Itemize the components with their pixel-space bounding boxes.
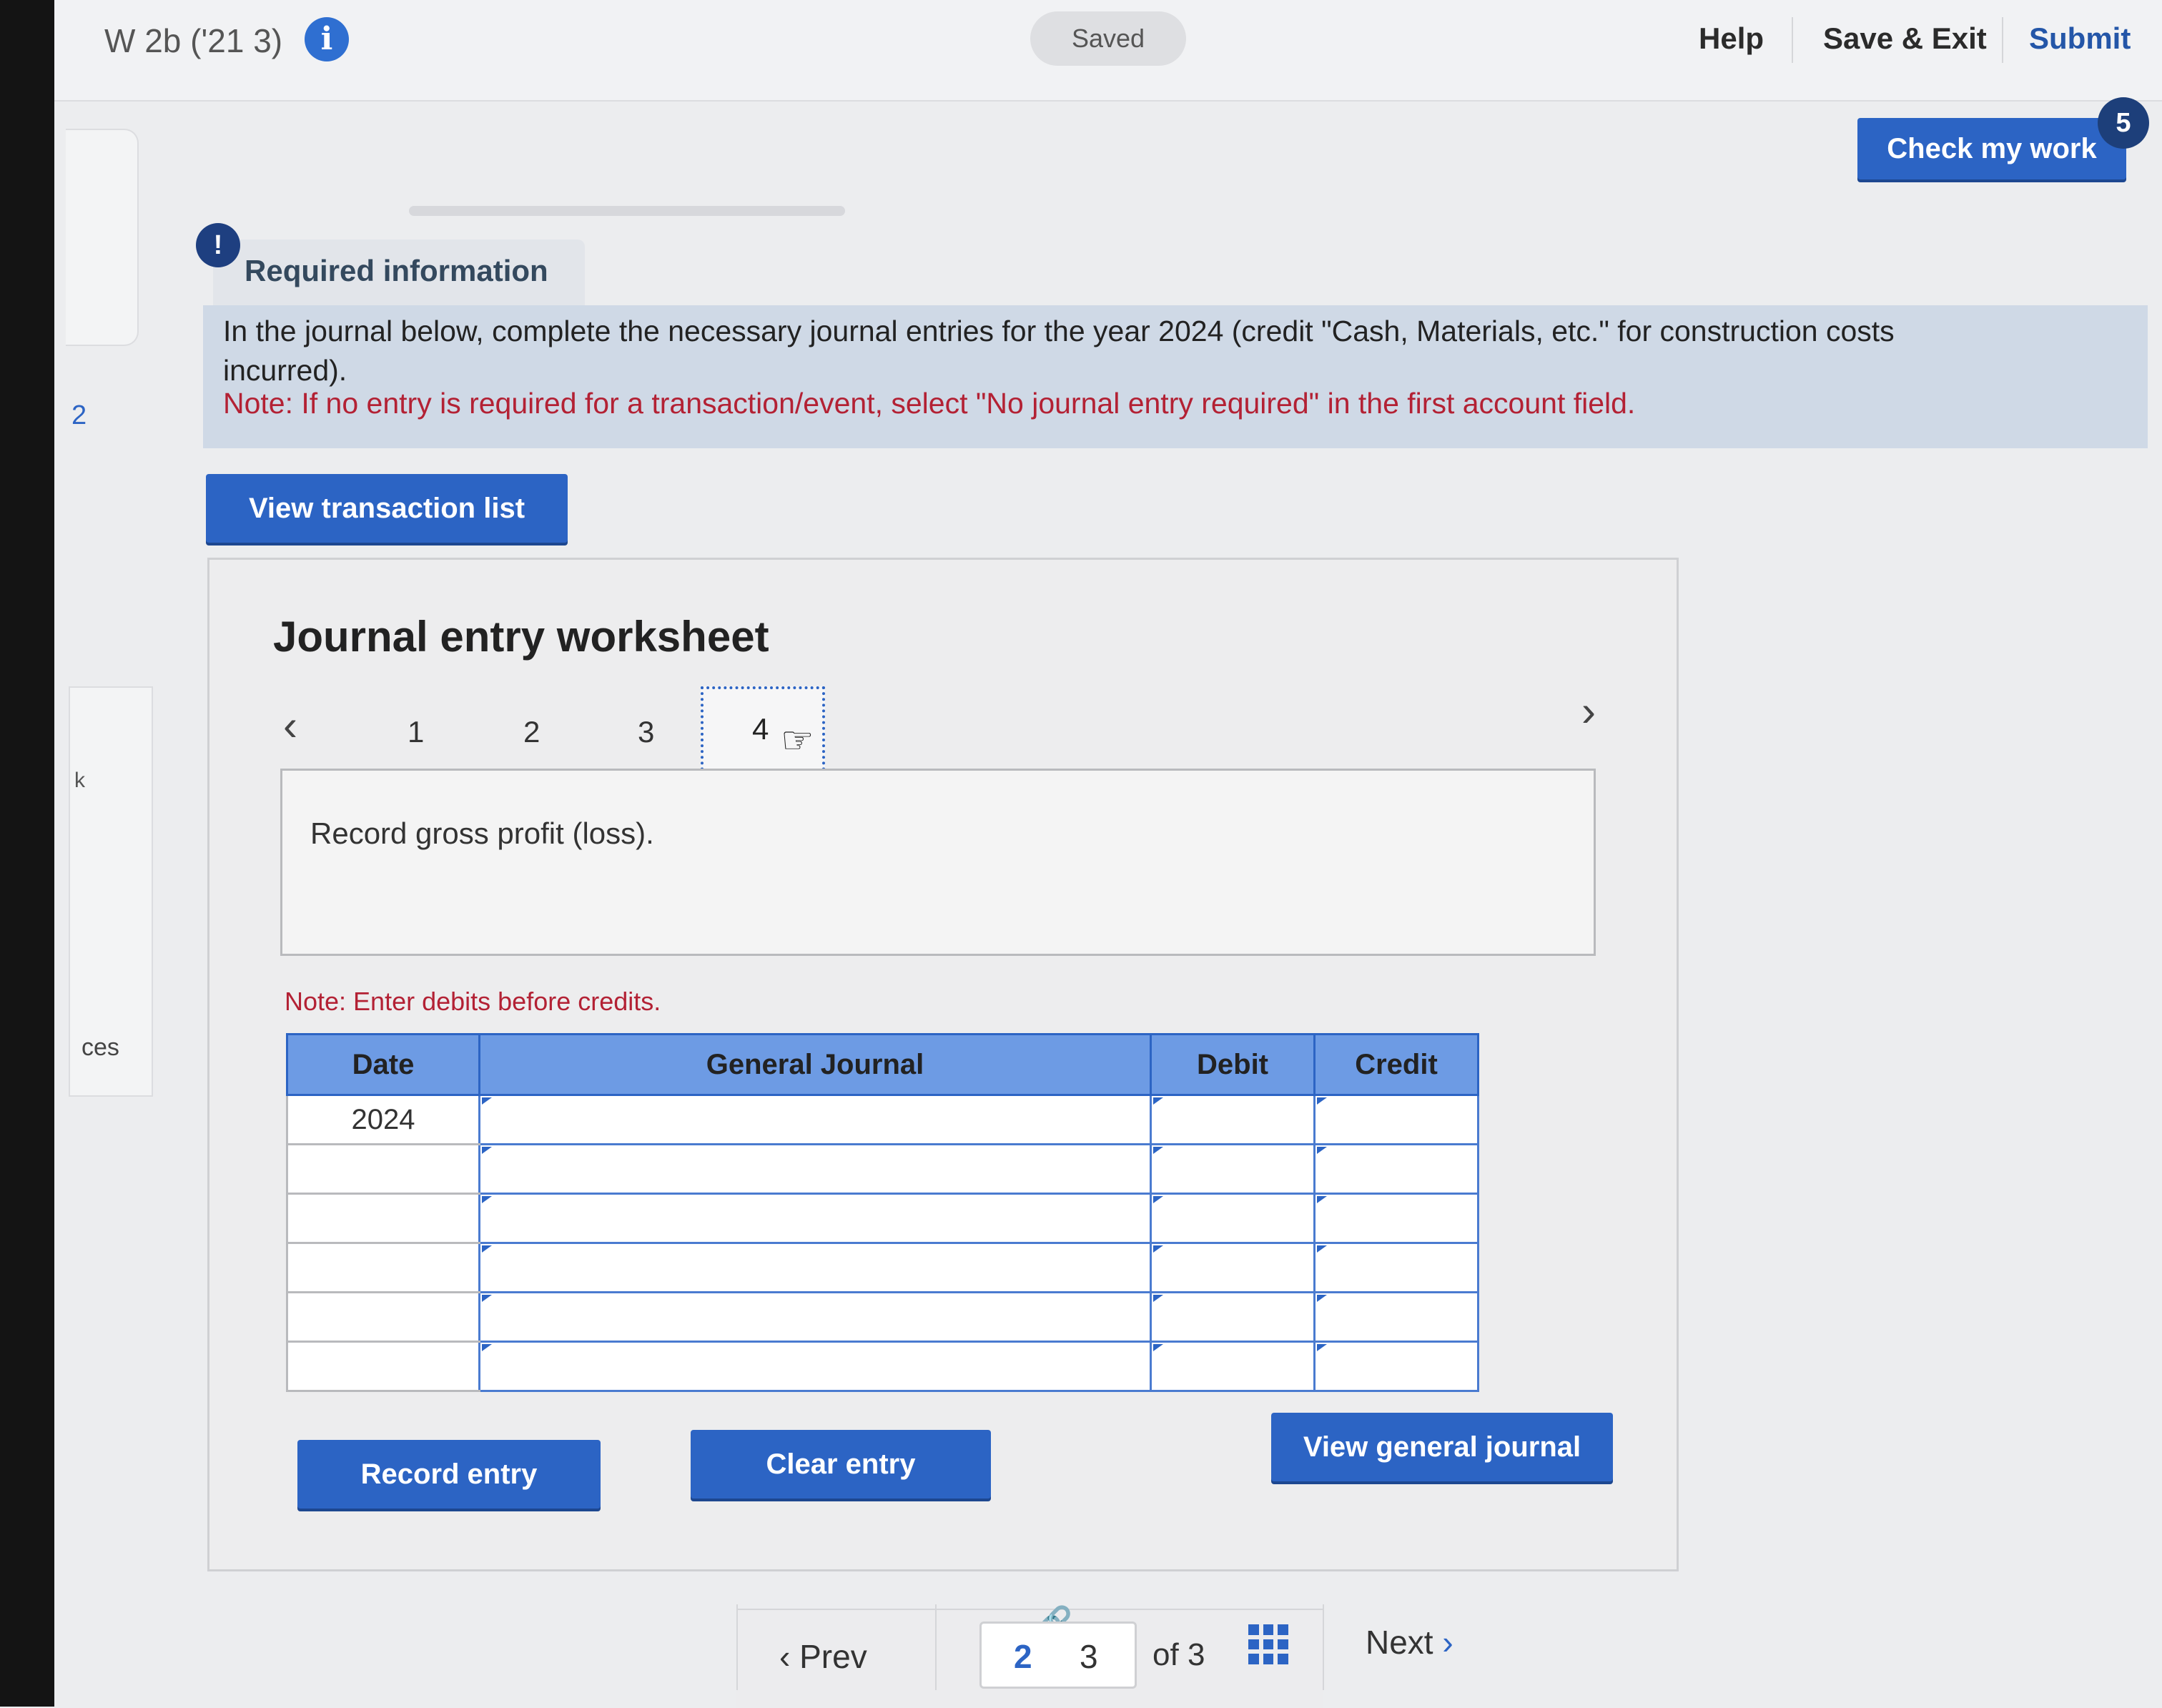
page-total: of 3 bbox=[1152, 1637, 1205, 1672]
table-row bbox=[286, 1193, 1479, 1244]
current-page[interactable]: 2 bbox=[1014, 1637, 1032, 1676]
date-cell bbox=[286, 1193, 480, 1244]
account-input[interactable] bbox=[478, 1193, 1152, 1244]
help-link[interactable]: Help bbox=[1699, 21, 1764, 56]
table-row bbox=[286, 1242, 1479, 1293]
submit-link[interactable]: Submit bbox=[2029, 21, 2131, 56]
progress-track bbox=[409, 206, 845, 216]
alert-icon: ! bbox=[196, 223, 240, 267]
table-row bbox=[286, 1291, 1479, 1343]
entry-description-box bbox=[280, 769, 1596, 956]
left-side-panel bbox=[66, 129, 139, 346]
debit-header: Debit bbox=[1150, 1033, 1316, 1096]
question-number[interactable]: 2 bbox=[71, 400, 87, 431]
account-input[interactable] bbox=[478, 1094, 1152, 1145]
assignment-title: W 2b ('21 3) bbox=[104, 22, 283, 59]
debit-credit-note: Note: Enter debits before credits. bbox=[285, 987, 661, 1016]
resources-label[interactable]: ces bbox=[82, 1034, 119, 1062]
worksheet-tab-4-label: 4 bbox=[752, 712, 769, 746]
credit-input[interactable] bbox=[1313, 1291, 1479, 1343]
date-cell bbox=[286, 1143, 480, 1195]
required-info-label: Required information bbox=[245, 254, 548, 287]
debit-input[interactable] bbox=[1150, 1291, 1316, 1343]
worksheet-tab-3[interactable]: 3 bbox=[638, 715, 654, 749]
account-input[interactable] bbox=[478, 1143, 1152, 1195]
account-input[interactable] bbox=[478, 1242, 1152, 1293]
credit-input[interactable] bbox=[1313, 1094, 1479, 1145]
info-icon[interactable]: i bbox=[305, 17, 349, 61]
view-transaction-list-button[interactable]: View transaction list bbox=[206, 474, 568, 543]
divider bbox=[2002, 17, 2003, 63]
next-page-number[interactable]: 3 bbox=[1080, 1637, 1098, 1676]
date-cell bbox=[286, 1242, 480, 1293]
record-entry-button[interactable]: Record entry bbox=[297, 1440, 601, 1509]
date-header: Date bbox=[286, 1033, 480, 1096]
grid-icon[interactable] bbox=[1248, 1624, 1288, 1664]
date-cell bbox=[286, 1291, 480, 1343]
credit-input[interactable] bbox=[1313, 1143, 1479, 1195]
entry-description: Record gross profit (loss). bbox=[310, 816, 654, 850]
view-general-journal-button[interactable]: View general journal bbox=[1271, 1413, 1613, 1481]
table-row: 2024 bbox=[286, 1094, 1479, 1145]
instruction-text: In the journal below, complete the neces… bbox=[223, 315, 1895, 347]
save-exit-link[interactable]: Save & Exit bbox=[1823, 21, 1987, 56]
date-cell: 2024 bbox=[286, 1094, 480, 1145]
instruction-note: Note: If no entry is required for a tran… bbox=[223, 387, 1636, 420]
table-row bbox=[286, 1143, 1479, 1195]
journal-table: Date General Journal Debit Credit 2024 bbox=[286, 1033, 1479, 1392]
instruction-text-cont: incurred). bbox=[223, 354, 347, 387]
check-my-work-button[interactable]: Check my work bbox=[1857, 118, 2126, 179]
top-bar: W 2b ('21 3) i Saved Help Save & Exit Su… bbox=[54, 0, 2162, 102]
next-label: Next bbox=[1366, 1624, 1433, 1661]
divider bbox=[736, 1604, 738, 1690]
screen-bezel bbox=[0, 0, 54, 1707]
account-input[interactable] bbox=[478, 1291, 1152, 1343]
chevron-right-icon[interactable]: › bbox=[1581, 686, 1596, 736]
sidebar-fragment: k bbox=[74, 769, 85, 792]
table-row bbox=[286, 1341, 1479, 1392]
worksheet-tab-1[interactable]: 1 bbox=[408, 715, 424, 749]
debit-input[interactable] bbox=[1150, 1242, 1316, 1293]
divider bbox=[935, 1604, 937, 1690]
clear-entry-button[interactable]: Clear entry bbox=[691, 1430, 991, 1499]
credit-input[interactable] bbox=[1313, 1341, 1479, 1392]
chevron-left-icon[interactable]: ‹ bbox=[283, 701, 297, 750]
next-button[interactable]: Next › bbox=[1366, 1623, 1453, 1662]
page-selector[interactable] bbox=[979, 1621, 1137, 1689]
credit-input[interactable] bbox=[1313, 1193, 1479, 1244]
credit-input[interactable] bbox=[1313, 1242, 1479, 1293]
account-input[interactable] bbox=[478, 1341, 1152, 1392]
prev-label: Prev bbox=[799, 1638, 867, 1675]
worksheet-tab-2[interactable]: 2 bbox=[523, 715, 540, 749]
worksheet-title: Journal entry worksheet bbox=[273, 613, 769, 661]
general-journal-header: General Journal bbox=[478, 1033, 1152, 1096]
divider bbox=[1323, 1604, 1324, 1690]
date-cell bbox=[286, 1341, 480, 1392]
debit-input[interactable] bbox=[1150, 1143, 1316, 1195]
debit-input[interactable] bbox=[1150, 1193, 1316, 1244]
hand-cursor-icon: ☞ bbox=[781, 720, 814, 761]
debit-input[interactable] bbox=[1150, 1094, 1316, 1145]
divider bbox=[1792, 17, 1793, 63]
saved-status: Saved bbox=[1030, 11, 1186, 66]
check-work-badge: 5 bbox=[2098, 97, 2149, 149]
debit-input[interactable] bbox=[1150, 1341, 1316, 1392]
credit-header: Credit bbox=[1313, 1033, 1479, 1096]
prev-button[interactable]: ‹ Prev bbox=[779, 1637, 867, 1676]
